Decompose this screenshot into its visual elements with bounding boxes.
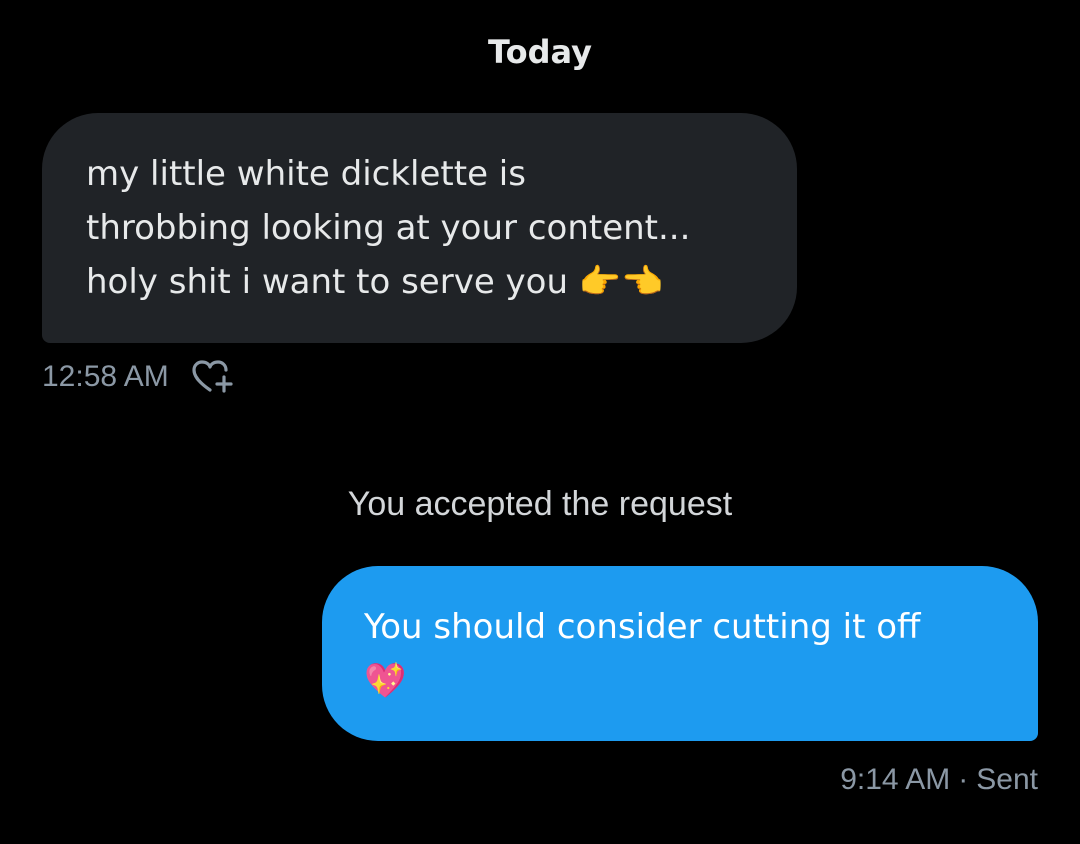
date-header: Today xyxy=(488,33,592,71)
meta-separator: · xyxy=(958,763,969,796)
request-accepted-notice: You accepted the request xyxy=(347,485,733,523)
outgoing-message-bubble[interactable]: You should consider cutting it off 💖 xyxy=(322,566,1038,741)
outgoing-message-text: You should consider cutting it off 💖 xyxy=(364,607,921,701)
incoming-message-meta: 12:58 AM xyxy=(42,359,235,395)
outgoing-message-time: 9:14 AM xyxy=(840,763,951,796)
outgoing-message-meta: 9:14 AM · Sent xyxy=(840,762,1038,798)
outgoing-message-status: Sent xyxy=(976,763,1038,796)
incoming-message-bubble[interactable]: my little white dicklette is throbbing l… xyxy=(42,113,797,343)
heart-plus-icon[interactable] xyxy=(191,359,235,395)
incoming-message-time: 12:58 AM xyxy=(42,360,169,393)
incoming-message-text: my little white dicklette is throbbing l… xyxy=(86,154,691,302)
